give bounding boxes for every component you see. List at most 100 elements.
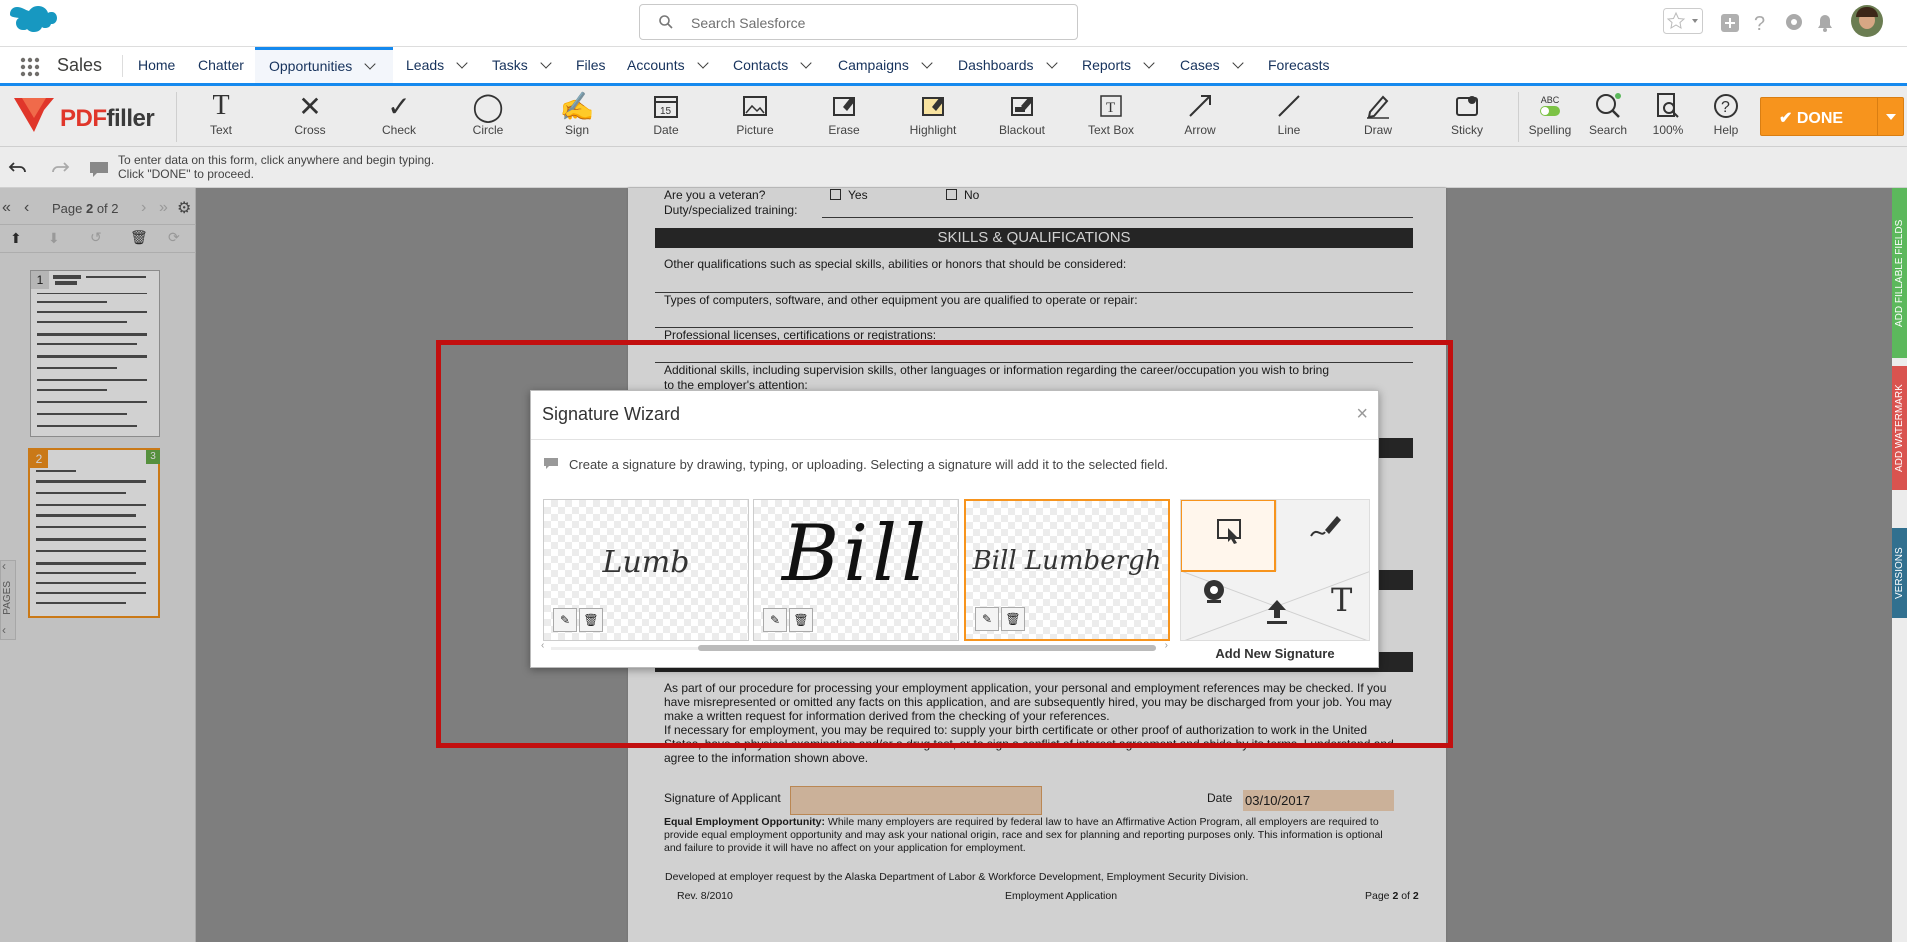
tool-label: Cross <box>294 123 326 137</box>
check-icon: ✔ <box>1779 110 1797 127</box>
nav-label: Reports <box>1082 57 1132 73</box>
editor-hint: To enter data on this form, click anywhe… <box>118 153 434 181</box>
tool-text[interactable]: T Text <box>186 90 256 146</box>
add-icon[interactable] <box>1719 8 1741 36</box>
nav-label: Forecasts <box>1268 57 1330 73</box>
svg-text:?: ? <box>1754 13 1765 35</box>
tool-label: Date <box>653 123 679 137</box>
nav-label: Chatter <box>198 57 244 73</box>
gear-icon[interactable] <box>1782 8 1806 36</box>
nav-files[interactable]: Files <box>576 47 606 83</box>
chevron-down-icon[interactable] <box>1045 57 1058 69</box>
nav-forecasts[interactable]: Forecasts <box>1268 47 1329 83</box>
chevron-down-icon[interactable] <box>1143 57 1155 69</box>
tool-label: Check <box>381 123 416 137</box>
tool-text-box[interactable]: T Text Box <box>1076 90 1146 146</box>
tool-label: Text <box>209 123 232 137</box>
nav-cases[interactable]: Cases <box>1180 47 1244 83</box>
salesforce-logo[interactable] <box>9 6 57 40</box>
nav-label: Leads <box>406 57 445 73</box>
global-header: Search Salesforce ? <box>0 0 1907 47</box>
tool-label: Highlight <box>909 123 957 137</box>
chevron-down-icon[interactable] <box>364 58 376 70</box>
favorites-button[interactable] <box>1663 8 1703 36</box>
undo-icon[interactable] <box>8 159 28 175</box>
tool-check[interactable]: ✓ Check <box>364 90 434 146</box>
pencil-icon <box>1343 90 1413 122</box>
chevron-down-icon[interactable] <box>456 57 468 69</box>
tool-line[interactable]: Line <box>1254 90 1324 146</box>
search-box[interactable]: Search Salesforce <box>639 4 1078 40</box>
chevron-down-icon[interactable] <box>921 57 933 69</box>
help-icon[interactable]: ? <box>1751 8 1769 36</box>
tool-draw[interactable]: Draw <box>1343 90 1413 146</box>
chevron-down-icon[interactable] <box>540 57 552 69</box>
nav-home[interactable]: Home <box>138 47 175 83</box>
svg-text:15: 15 <box>660 106 672 117</box>
tool-date[interactable]: 15 Date <box>631 90 701 146</box>
nav-opportunities[interactable]: Opportunities <box>255 47 393 83</box>
chevron-down-icon[interactable] <box>1232 57 1244 69</box>
nav-label: Opportunities <box>269 58 353 74</box>
search-placeholder: Search Salesforce <box>691 15 806 31</box>
picture-icon <box>720 90 790 122</box>
add-fillable-fields-tab[interactable]: ADD FILLABLE FIELDS <box>1892 188 1907 358</box>
done-button[interactable]: ✔ DONE <box>1760 97 1904 136</box>
bell-icon[interactable] <box>1814 8 1836 36</box>
divider <box>176 92 177 142</box>
editor-toolbar: PDFfiller T Text ✕ Cross ✓ Check ◯ Circle ✍ S… <box>0 86 1907 147</box>
text-icon: T <box>212 90 230 121</box>
avatar[interactable] <box>1851 5 1883 37</box>
tool-arrow[interactable]: Arrow <box>1165 90 1235 146</box>
tool-label: Blackout <box>998 123 1046 137</box>
tool-label: Arrow <box>1184 123 1216 137</box>
tab-label: VERSIONS <box>1894 547 1905 599</box>
caret-down-icon <box>1886 114 1896 120</box>
redo-icon[interactable] <box>50 159 70 175</box>
hint-line: To enter data on this form, click anywhe… <box>118 153 435 167</box>
tool-picture[interactable]: Picture <box>720 90 790 146</box>
star-icon <box>1663 8 1703 34</box>
done-dropdown[interactable] <box>1877 98 1903 135</box>
nav-label: Home <box>138 57 176 73</box>
zoom-icon <box>1635 90 1701 122</box>
nav-tasks[interactable]: Tasks <box>492 47 552 83</box>
svg-text:?: ? <box>1721 99 1730 116</box>
tool-label: Picture <box>736 123 774 137</box>
chevron-down-icon[interactable] <box>696 57 709 69</box>
arrow-icon <box>1165 90 1235 122</box>
right-side-tabs: ADD FILLABLE FIELDS ADD WATERMARK VERSIO… <box>1892 188 1907 942</box>
nav-reports[interactable]: Reports <box>1082 47 1155 83</box>
tool-label: Sign <box>564 123 590 137</box>
cross-icon: ✕ <box>298 90 322 122</box>
tool-help[interactable]: ? Help <box>1693 90 1759 146</box>
search-doc-icon <box>1575 90 1641 122</box>
app-name: Sales <box>57 55 124 77</box>
nav-contacts[interactable]: Contacts <box>733 47 812 83</box>
nav-campaigns[interactable]: Campaigns <box>838 47 933 83</box>
tool-zoom[interactable]: 100% <box>1635 90 1701 146</box>
nav-label: Dashboards <box>958 57 1034 73</box>
add-watermark-tab[interactable]: ADD WATERMARK <box>1892 366 1907 490</box>
nav-label: Accounts <box>627 57 685 73</box>
nav-accounts[interactable]: Accounts <box>627 47 709 83</box>
tool-erase[interactable]: Erase <box>809 90 879 146</box>
highlight-icon <box>898 90 968 122</box>
tool-circle[interactable]: ◯ Circle <box>453 90 523 146</box>
tool-label: Draw <box>1363 123 1392 137</box>
check-icon: ✓ <box>387 90 411 122</box>
tool-blackout[interactable]: Blackout <box>987 90 1057 146</box>
tool-highlight[interactable]: Highlight <box>898 90 968 146</box>
nav-leads[interactable]: Leads <box>406 47 468 83</box>
tool-cross[interactable]: ✕ Cross <box>275 90 345 146</box>
tool-sticky[interactable]: Sticky <box>1432 90 1502 146</box>
nav-dashboards[interactable]: Dashboards <box>958 47 1058 83</box>
app-launcher-icon[interactable] <box>20 57 40 77</box>
tool-search[interactable]: Search <box>1575 90 1641 146</box>
tool-sign[interactable]: ✍ Sign <box>542 90 612 146</box>
chevron-down-icon[interactable] <box>800 57 812 69</box>
nav-chatter[interactable]: Chatter <box>198 47 244 83</box>
text-box-icon: T <box>1076 90 1146 122</box>
editor-subbar: To enter data on this form, click anywhe… <box>0 147 1907 188</box>
versions-tab[interactable]: VERSIONS <box>1892 528 1907 618</box>
